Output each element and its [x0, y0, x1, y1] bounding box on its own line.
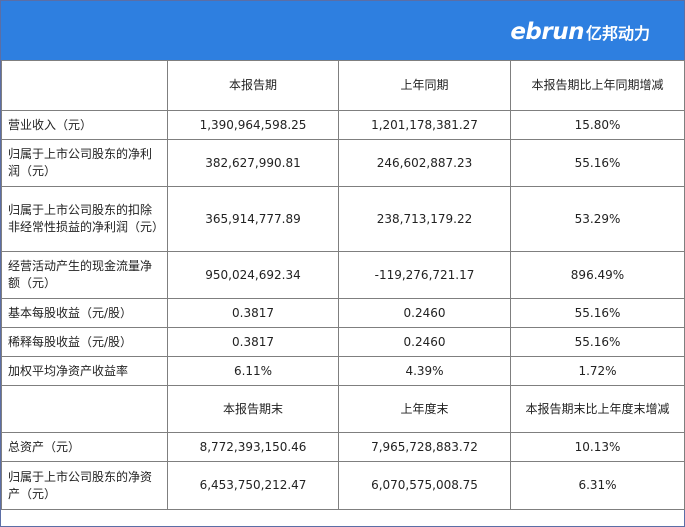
table-cell: 238,713,179.22: [338, 186, 511, 252]
table-row: 稀释每股收益（元/股） 0.3817 0.2460 55.16%: [1, 327, 685, 357]
row-label: 归属于上市公司股东的扣除非经常性损益的净利润（元）: [1, 186, 168, 252]
row-label: 基本每股收益（元/股）: [1, 298, 168, 328]
table-row: 归属于上市公司股东的净资产（元） 6,453,750,212.47 6,070,…: [1, 461, 685, 510]
table-cell: 7,965,728,883.72: [338, 432, 511, 462]
table-cell: 1,201,178,381.27: [338, 110, 511, 140]
table-cell: -119,276,721.17: [338, 251, 511, 299]
table-row: 归属于上市公司股东的净利润（元） 382,627,990.81 246,602,…: [1, 139, 685, 187]
header-cell: 本报告期比上年同期增减: [510, 60, 685, 111]
row-label: 归属于上市公司股东的净利润（元）: [1, 139, 168, 187]
table-cell: 0.3817: [167, 327, 339, 357]
table-cell: 365,914,777.89: [167, 186, 339, 252]
table-cell: 55.16%: [510, 139, 685, 187]
header-cell: [1, 385, 168, 433]
table-cell: 0.3817: [167, 298, 339, 328]
table-row: 总资产（元） 8,772,393,150.46 7,965,728,883.72…: [1, 432, 685, 462]
table-row: 基本每股收益（元/股） 0.3817 0.2460 55.16%: [1, 298, 685, 328]
table-cell: 4.39%: [338, 356, 511, 386]
table-cell: 1.72%: [510, 356, 685, 386]
header-cell: [1, 60, 168, 111]
table-cell: 0.2460: [338, 327, 511, 357]
ebrun-logo: ebrun 亿邦动力: [510, 19, 650, 45]
logo-text-en: ebrun: [510, 19, 584, 45]
header-cell: 本报告期末: [167, 385, 339, 433]
header-cell: 上年度末: [338, 385, 511, 433]
header-cell: 本报告期末比上年度末增减: [510, 385, 685, 433]
header-cell: 上年同期: [338, 60, 511, 111]
row-label: 归属于上市公司股东的净资产（元）: [1, 461, 168, 510]
table-cell: 0.2460: [338, 298, 511, 328]
table-cell: 6.31%: [510, 461, 685, 510]
table-row: 营业收入（元） 1,390,964,598.25 1,201,178,381.2…: [1, 110, 685, 140]
table-cell: 246,602,887.23: [338, 139, 511, 187]
table-cell: 10.13%: [510, 432, 685, 462]
row-label: 加权平均净资产收益率: [1, 356, 168, 386]
table-cell: 896.49%: [510, 251, 685, 299]
row-label: 经营活动产生的现金流量净额（元）: [1, 251, 168, 299]
financial-table: 本报告期 上年同期 本报告期比上年同期增减 营业收入（元） 1,390,964,…: [1, 60, 685, 510]
table-cell: 55.16%: [510, 327, 685, 357]
row-label: 稀释每股收益（元/股）: [1, 327, 168, 357]
table-cell: 1,390,964,598.25: [167, 110, 339, 140]
table-row: 加权平均净资产收益率 6.11% 4.39% 1.72%: [1, 356, 685, 386]
table-cell: 6,453,750,212.47: [167, 461, 339, 510]
table-cell: 15.80%: [510, 110, 685, 140]
table-row: 经营活动产生的现金流量净额（元） 950,024,692.34 -119,276…: [1, 251, 685, 299]
table-header-row: 本报告期 上年同期 本报告期比上年同期增减: [1, 60, 685, 111]
table-cell: 950,024,692.34: [167, 251, 339, 299]
logo-text-cn: 亿邦动力: [585, 24, 650, 43]
table-cell: 53.29%: [510, 186, 685, 252]
table-cell: 6,070,575,008.75: [338, 461, 511, 510]
header-banner: ebrun 亿邦动力: [1, 1, 684, 60]
table-header-row: 本报告期末 上年度末 本报告期末比上年度末增减: [1, 385, 685, 433]
table-cell: 55.16%: [510, 298, 685, 328]
report-frame: ebrun 亿邦动力 本报告期 上年同期 本报告期比上年同期增减 营业收入（元）…: [0, 0, 685, 527]
row-label: 总资产（元）: [1, 432, 168, 462]
table-cell: 382,627,990.81: [167, 139, 339, 187]
row-label: 营业收入（元）: [1, 110, 168, 140]
table-cell: 6.11%: [167, 356, 339, 386]
table-row: 归属于上市公司股东的扣除非经常性损益的净利润（元） 365,914,777.89…: [1, 186, 685, 252]
header-cell: 本报告期: [167, 60, 339, 111]
table-cell: 8,772,393,150.46: [167, 432, 339, 462]
